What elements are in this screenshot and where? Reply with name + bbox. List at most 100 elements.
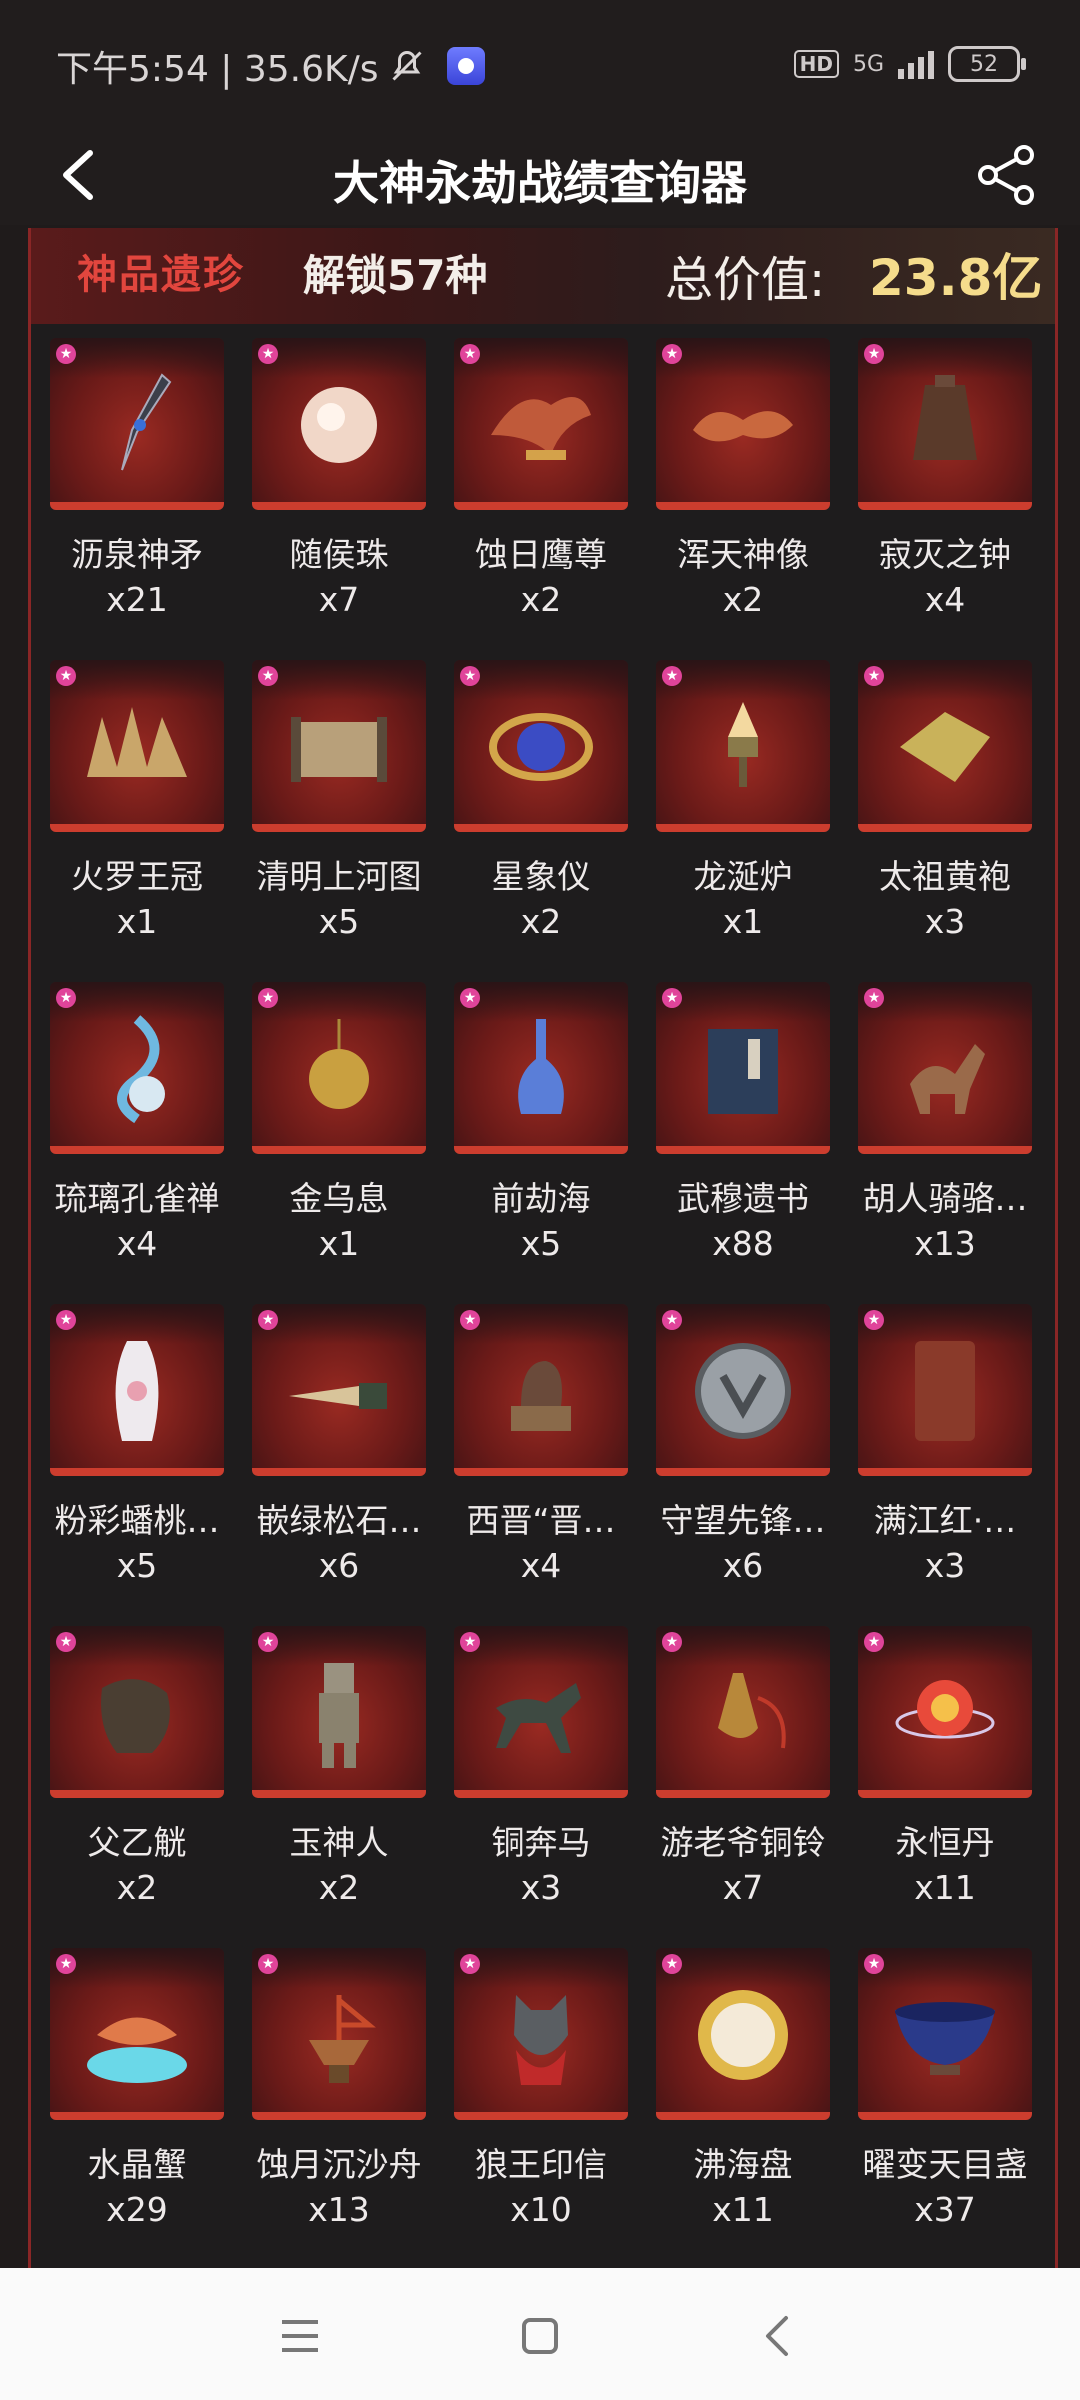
relic-count: x2: [116, 1868, 158, 1907]
home-icon[interactable]: [510, 2306, 570, 2366]
relic-thumbnail[interactable]: ★: [50, 660, 224, 832]
relic-thumbnail[interactable]: ★: [252, 982, 426, 1154]
relic-name: 满江红·…: [873, 1501, 1017, 1540]
relic-count: x2: [318, 1868, 360, 1907]
relic-count: x88: [712, 1224, 774, 1263]
relic-name: 铜奔马: [491, 1823, 591, 1862]
star-badge-icon: ★: [56, 344, 76, 364]
relic-thumbnail[interactable]: ★: [656, 1948, 830, 2120]
star-badge-icon: ★: [460, 666, 480, 686]
jade-figure-icon: [304, 1653, 374, 1777]
star-badge-icon: ★: [460, 1310, 480, 1330]
star-badge-icon: ★: [864, 344, 884, 364]
relic-thumbnail[interactable]: ★: [454, 1304, 628, 1476]
star-badge-icon: ★: [56, 666, 76, 686]
relic-thumbnail[interactable]: ★: [50, 1948, 224, 2120]
relic-thumbnail[interactable]: ★: [656, 982, 830, 1154]
nav-back-icon[interactable]: [748, 2306, 808, 2366]
relic-thumbnail[interactable]: ★: [858, 338, 1032, 510]
star-badge-icon: ★: [258, 666, 278, 686]
share-icon[interactable]: [966, 135, 1046, 215]
relic-thumbnail[interactable]: ★: [252, 660, 426, 832]
page-title: 大神永劫战绩查询器: [333, 156, 747, 210]
wolf-seal-icon: [486, 1975, 596, 2099]
relic-thumbnail[interactable]: ★: [454, 338, 628, 510]
menu-icon[interactable]: [270, 2306, 330, 2366]
relic-thumbnail[interactable]: ★: [656, 338, 830, 510]
status-right: HD 5G 52: [793, 46, 1026, 82]
relic-thumbnail[interactable]: ★: [858, 1626, 1032, 1798]
relic-thumbnail[interactable]: ★: [656, 1626, 830, 1798]
relic-count: x2: [520, 902, 562, 941]
status-bar: 下午5:54 | 35.6K/s HD 5G 52: [0, 0, 1080, 125]
star-badge-icon: ★: [864, 666, 884, 686]
relic-name: 金乌息: [289, 1179, 389, 1218]
star-badge-icon: ★: [258, 1310, 278, 1330]
relic-name: 狼王印信: [475, 2145, 607, 2184]
relic-thumbnail[interactable]: ★: [858, 1948, 1032, 2120]
relic-thumbnail[interactable]: ★: [50, 1304, 224, 1476]
elixir-orb-icon: [890, 1663, 1000, 1767]
star-badge-icon: ★: [662, 666, 682, 686]
relic-name: 曜变天目盏: [862, 2145, 1028, 2184]
relic-name: 寂灭之钟: [879, 535, 1011, 574]
relic-thumbnail[interactable]: ★: [50, 982, 224, 1154]
relic-name: 永恒丹: [895, 1823, 995, 1862]
ship-lamp-icon: [284, 1980, 394, 2094]
relic-thumbnail[interactable]: ★: [252, 1626, 426, 1798]
star-badge-icon: ★: [56, 988, 76, 1008]
relic-count: x7: [722, 1868, 764, 1907]
relic-name: 玉神人: [289, 1823, 389, 1862]
relic-count: x21: [106, 580, 168, 619]
relic-thumbnail[interactable]: ★: [454, 660, 628, 832]
relic-name: 守望先锋…: [660, 1501, 826, 1540]
star-badge-icon: ★: [662, 344, 682, 364]
golden-plate-icon: [688, 1980, 798, 2094]
relic-name: 太祖黄袍: [879, 857, 1011, 896]
relic-panel: 神品遗珍 解锁57种 总价值: 23.8亿 ★ 沥泉神矛 x21 ★ 随侯珠 x7 ★ 蚀日鹰…: [28, 228, 1058, 2268]
unlock-count: 解锁57种: [303, 251, 488, 300]
relic-thumbnail[interactable]: ★: [656, 660, 830, 832]
signal-icon: [898, 49, 934, 79]
relic-thumbnail[interactable]: ★: [50, 1626, 224, 1798]
relic-count: x7: [318, 580, 360, 619]
relic-thumbnail[interactable]: ★: [50, 338, 224, 510]
bronze-horse-icon: [481, 1663, 601, 1767]
tier-label: 神品遗珍: [77, 251, 245, 298]
star-badge-icon: ★: [864, 1632, 884, 1652]
relic-count: x1: [116, 902, 158, 941]
relic-name: 随侯珠: [289, 535, 389, 574]
relic-name: 武穆遗书: [677, 1179, 809, 1218]
relic-name: 粉彩蟠桃…: [54, 1501, 220, 1540]
relic-thumbnail[interactable]: ★: [858, 982, 1032, 1154]
relic-count: x2: [520, 580, 562, 619]
relic-thumbnail[interactable]: ★: [454, 1948, 628, 2120]
relic-name: 沥泉神矛: [71, 535, 203, 574]
book-icon: [688, 1014, 798, 1128]
relic-thumbnail[interactable]: ★: [454, 982, 628, 1154]
relic-count: x6: [318, 1546, 360, 1585]
status-time-speed: 下午5:54 | 35.6K/s: [56, 49, 379, 90]
relic-thumbnail[interactable]: ★: [454, 1626, 628, 1798]
bronze-bell-icon: [688, 1658, 798, 1772]
relic-thumbnail[interactable]: ★: [252, 338, 426, 510]
relic-name: 龙涎炉: [693, 857, 793, 896]
relic-count: x4: [924, 580, 966, 619]
notification-muted-icon: [391, 50, 422, 81]
relic-name: 西晋“晋…: [466, 1501, 616, 1540]
relic-name: 琉璃孔雀禅: [54, 1179, 220, 1218]
relic-thumbnail[interactable]: ★: [252, 1304, 426, 1476]
relic-count: x5: [520, 1224, 562, 1263]
star-badge-icon: ★: [662, 988, 682, 1008]
relic-thumbnail[interactable]: ★: [858, 660, 1032, 832]
relic-thumbnail[interactable]: ★: [252, 1948, 426, 2120]
shield-disc-icon: [688, 1336, 798, 1450]
hd-indicator: HD: [793, 50, 839, 78]
relic-count: x1: [318, 1224, 360, 1263]
relic-thumbnail[interactable]: ★: [858, 1304, 1032, 1476]
relic-name: 火罗王冠: [71, 857, 203, 896]
relic-thumbnail[interactable]: ★: [656, 1304, 830, 1476]
dagger-icon: [279, 1361, 399, 1425]
golden-censer-icon: [294, 1014, 384, 1128]
relic-name: 水晶蟹: [87, 2145, 187, 2184]
